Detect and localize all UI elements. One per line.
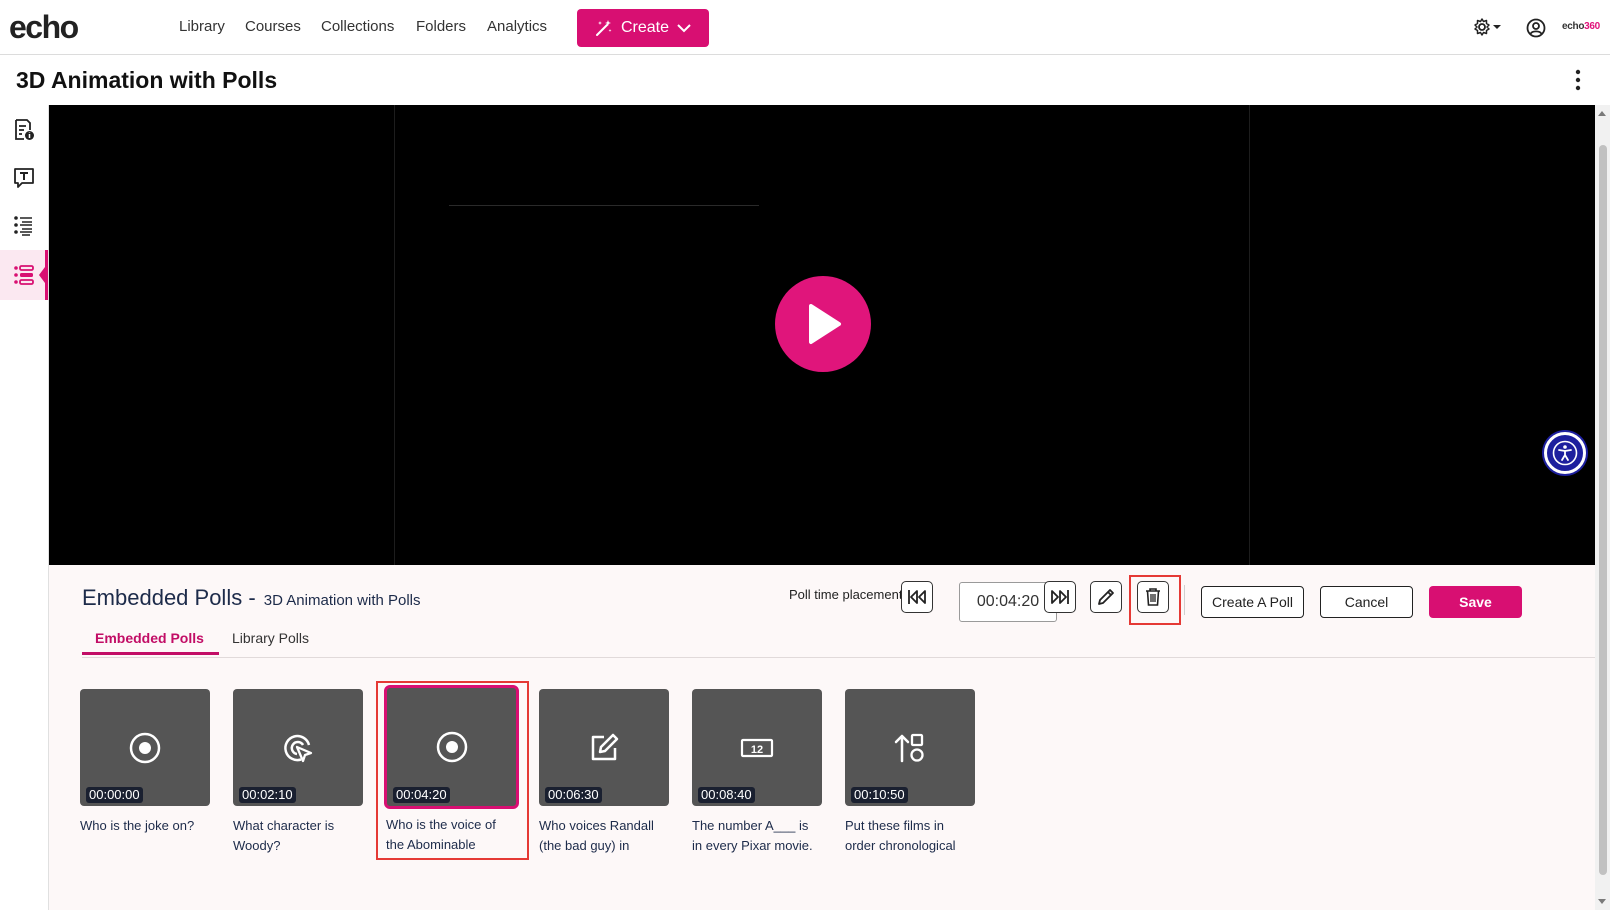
poll-question: Who voices Randall (the bad guy) in [539, 818, 654, 853]
toolbar-divider [1184, 585, 1185, 615]
poll-card[interactable]: 00:00:00 Who is the joke on? [80, 689, 210, 836]
sidebar-item-polls[interactable] [0, 250, 48, 300]
page-title: 3D Animation with Polls [16, 67, 278, 93]
title-bar: 3D Animation with Polls [0, 55, 1610, 105]
poll-timestamp: 00:00:00 [86, 787, 143, 803]
poll-thumbnail[interactable]: 12 00:08:40 [692, 689, 822, 806]
poll-time-label: Poll time placement: [789, 587, 907, 602]
accessibility-icon [1552, 440, 1578, 466]
chevron-down-icon [677, 24, 691, 33]
poll-card[interactable]: 00:10:50 Put these films in order chrono… [845, 689, 975, 856]
sidebar-item-transcript[interactable] [0, 153, 48, 203]
play-button[interactable] [775, 276, 871, 372]
poll-thumbnail[interactable]: 00:02:10 [233, 689, 363, 806]
nav-folders[interactable]: Folders [416, 17, 466, 37]
user-menu[interactable] [1526, 18, 1546, 43]
nav-library[interactable]: Library [179, 17, 225, 37]
create-button-label: Create [620, 19, 670, 36]
hotspot-icon [284, 734, 313, 762]
magic-wand-icon [595, 20, 612, 36]
polls-list-icon [14, 265, 34, 285]
active-tab-underline [82, 652, 219, 655]
poll-timestamp: 00:10:50 [851, 787, 908, 803]
left-sidebar [0, 105, 49, 910]
poll-thumbnail[interactable]: 00:10:50 [845, 689, 975, 806]
panel-title-text: Embedded Polls - [82, 585, 256, 610]
echo360-brand: echo360 [1562, 21, 1600, 32]
vertical-ellipsis-icon [1575, 69, 1581, 91]
play-icon [809, 304, 841, 344]
tab-library-polls[interactable]: Library Polls [232, 630, 309, 646]
poll-time-input[interactable] [959, 582, 1057, 622]
cancel-button[interactable]: Cancel [1320, 586, 1413, 618]
page-scrollbar[interactable] [1595, 105, 1610, 910]
tabs-divider [82, 657, 1595, 658]
scroll-thumb[interactable] [1599, 145, 1607, 875]
poll-timestamp: 00:08:40 [698, 787, 755, 803]
ordering-icon [894, 733, 924, 762]
pencil-icon [1098, 589, 1114, 605]
poll-timestamp: 00:02:10 [239, 787, 296, 803]
nav-analytics[interactable]: Analytics [487, 17, 547, 37]
accessibility-button[interactable] [1544, 432, 1586, 474]
nav-courses[interactable]: Courses [245, 17, 301, 37]
edit-poll-button[interactable] [1090, 581, 1122, 613]
rewind-icon [908, 590, 926, 604]
fast-forward-icon [1051, 590, 1069, 604]
video-artifact-line [449, 205, 759, 206]
panel-title: Embedded Polls - 3D Animation with Polls [82, 585, 421, 611]
outline-icon [14, 216, 32, 236]
edit-icon [591, 733, 619, 760]
transcript-icon [14, 168, 34, 188]
poll-question: Put these films in order chronological [845, 818, 956, 853]
logo-text-echo: echo [9, 9, 79, 45]
top-navigation: echovideo Library Courses Collections Fo… [0, 0, 1610, 573]
poll-question: The number A___ is in every Pixar movie. [692, 818, 813, 853]
poll-card[interactable]: 00:02:10 What character is Woody? [233, 689, 363, 856]
numeric-icon: 12 [740, 738, 774, 757]
echovideo-logo[interactable]: echovideo [9, 8, 1604, 573]
svg-text:12: 12 [751, 744, 763, 756]
rewind-button[interactable] [901, 581, 933, 613]
settings-menu[interactable] [1473, 17, 1503, 42]
sidebar-item-outline[interactable] [0, 201, 48, 251]
radio-icon [129, 732, 161, 763]
delete-highlight-box [1129, 575, 1181, 625]
sidebar-item-details[interactable] [0, 105, 48, 155]
poll-thumbnail[interactable]: 00:00:00 [80, 689, 210, 806]
more-options-button[interactable] [1574, 69, 1582, 96]
selected-poll-highlight-box [376, 681, 529, 860]
create-poll-button[interactable]: Create A Poll [1201, 586, 1304, 618]
tab-embedded-polls[interactable]: Embedded Polls [95, 630, 204, 646]
poll-timestamp: 00:06:30 [545, 787, 602, 803]
video-player[interactable] [49, 105, 1595, 565]
poll-question: What character is Woody? [233, 818, 335, 853]
details-icon [15, 119, 34, 140]
panel-subtitle: 3D Animation with Polls [263, 592, 421, 609]
create-button[interactable]: Create [577, 9, 709, 47]
embedded-polls-panel: Embedded Polls - 3D Animation with Polls… [49, 565, 1595, 910]
scroll-up-arrow[interactable] [1598, 111, 1606, 116]
poll-card[interactable]: 12 00:08:40 The number A___ is in every … [692, 689, 822, 856]
user-circle-icon [1526, 18, 1546, 38]
poll-card[interactable]: 00:06:30 Who voices Randall (the bad guy… [539, 689, 669, 856]
poll-thumbnail[interactable]: 00:06:30 [539, 689, 669, 806]
scroll-down-arrow[interactable] [1598, 899, 1606, 904]
save-button[interactable]: Save [1429, 586, 1522, 618]
poll-question: Who is the joke on? [80, 818, 195, 833]
fast-forward-button[interactable] [1044, 581, 1076, 613]
nav-collections[interactable]: Collections [321, 17, 394, 37]
gear-icon [1474, 18, 1501, 36]
